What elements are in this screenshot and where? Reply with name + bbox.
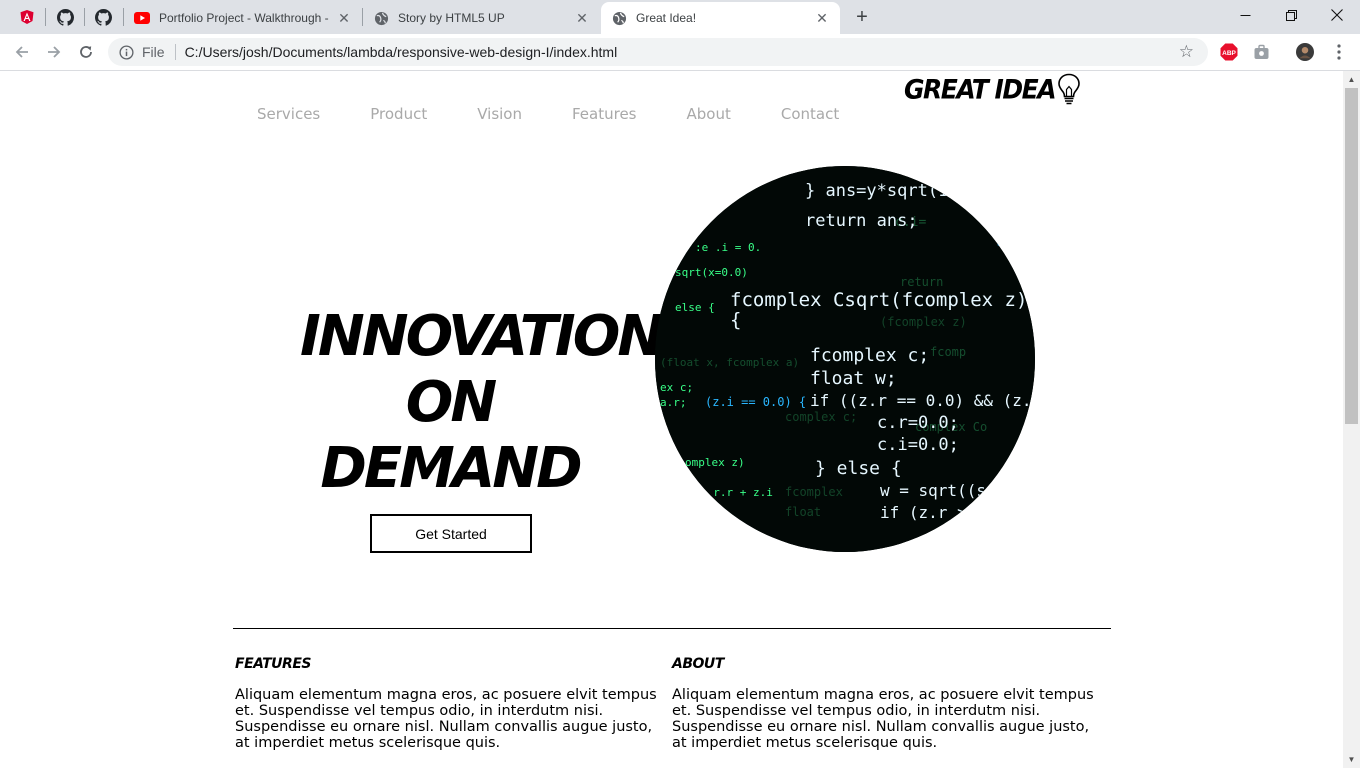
minimize-button[interactable] (1222, 0, 1268, 30)
nav-link-about[interactable]: About (686, 105, 730, 123)
bookmark-star-icon[interactable]: ☆ (1179, 43, 1194, 61)
site-nav: Services Product Vision Features About C… (257, 105, 889, 123)
svg-text:a.r;: a.r; (660, 396, 687, 409)
svg-text:float: float (785, 505, 821, 519)
code-line: c.i=0.0; (877, 435, 959, 455)
code-line: w = sqrt((sqrt(z.r (880, 481, 1035, 500)
restore-button[interactable] (1268, 0, 1314, 30)
hero-line: INNOVATION (300, 303, 664, 369)
about-section: ABOUT Aliquam elementum magna eros, ac p… (672, 656, 1102, 751)
svg-text::e .i = 0.: :e .i = 0. (695, 241, 761, 254)
nav-link-vision[interactable]: Vision (477, 105, 522, 123)
tab-title: Portfolio Project - Walkthrough - (159, 11, 329, 25)
nav-link-product[interactable]: Product (370, 105, 427, 123)
globe-icon (611, 10, 627, 26)
svg-text:omplex z): omplex z) (685, 456, 745, 469)
svg-text:(float x, fcomplex a): (float x, fcomplex a) (660, 356, 799, 369)
section-body: Aliquam elementum magna eros, ac posuere… (672, 687, 1094, 751)
svg-text:(z.i == 0.0) {: (z.i == 0.0) { (705, 395, 806, 409)
close-icon[interactable]: ✕ (336, 10, 352, 26)
section-body: Aliquam elementum magna eros, ac posuere… (235, 687, 657, 751)
site-logo[interactable]: GREAT IDEA (904, 71, 1082, 107)
close-window-button[interactable] (1314, 0, 1360, 30)
close-icon[interactable]: ✕ (574, 10, 590, 26)
svg-text:fcomplex: fcomplex (785, 485, 843, 499)
reload-button[interactable] (72, 38, 100, 66)
scroll-up-arrow-icon[interactable]: ▲ (1343, 71, 1360, 88)
section-divider (233, 628, 1111, 629)
pinned-tab-github-1[interactable] (46, 2, 84, 32)
svg-text:complex c;: complex c; (785, 410, 857, 424)
lightbulb-icon (1058, 73, 1080, 105)
svg-text:else {: else { (675, 301, 715, 314)
code-line: return ans; (805, 211, 918, 231)
code-line: c.r=0.0; (877, 413, 959, 433)
tab-story-html5up[interactable]: Story by HTML5 UP ✕ (363, 2, 600, 34)
profile-avatar[interactable] (1296, 43, 1314, 61)
nav-link-contact[interactable]: Contact (781, 105, 839, 123)
code-line: { (730, 309, 741, 331)
tab-strip: Portfolio Project - Walkthrough - ✕ Stor… (0, 0, 1360, 34)
youtube-icon (134, 10, 150, 26)
features-section: FEATURES Aliquam elementum magna eros, a… (235, 656, 665, 751)
svg-text:fcomp: fcomp (930, 345, 966, 359)
back-button[interactable] (8, 38, 36, 66)
hero-code-image: c.i= return (fcomplex z) fcomp (float x,… (655, 166, 1035, 552)
extension-label: ABP (1222, 50, 1236, 57)
arrow-right-icon (48, 46, 61, 58)
tab-great-idea[interactable]: Great Idea! ✕ (601, 2, 840, 34)
svg-text:ex c;: ex c; (660, 381, 693, 394)
browser-toolbar: File C:/Users/josh/Documents/lambda/resp… (0, 34, 1360, 71)
nav-link-services[interactable]: Services (257, 105, 320, 123)
extension-puzzle-icon[interactable] (1252, 43, 1270, 61)
code-line: } else { (815, 458, 902, 479)
code-line: } ans=y*sqrt(1.0+temp*temp); (805, 181, 1035, 201)
svg-text:(fcomplex z): (fcomplex z) (880, 315, 967, 329)
adblock-plus-icon[interactable]: ABP (1220, 43, 1238, 61)
code-line: float w; (810, 368, 897, 389)
code-line: fcomplex c; (810, 345, 929, 366)
scroll-down-arrow-icon[interactable]: ▼ (1343, 751, 1360, 768)
tab-title: Story by HTML5 UP (398, 11, 505, 25)
info-icon[interactable] (118, 44, 134, 60)
new-tab-button[interactable]: + (850, 5, 874, 29)
hero-line: ON (405, 369, 497, 435)
url-text[interactable]: C:/Users/josh/Documents/lambda/responsiv… (185, 44, 618, 60)
menu-kebab-icon[interactable] (1330, 43, 1348, 61)
address-bar[interactable]: File C:/Users/josh/Documents/lambda/resp… (108, 38, 1208, 66)
nav-link-features[interactable]: Features (572, 105, 637, 123)
code-line: if (z.r >= 0.0) (880, 503, 1025, 522)
code-line: fcomplex Csqrt(fcomplex z) (730, 289, 1027, 311)
page-scrollbar[interactable]: ▲ ▼ (1343, 71, 1360, 768)
scrollbar-thumb[interactable] (1345, 88, 1358, 424)
code-line: if ((z.r == 0.0) && (z.i == 0.0) { (810, 391, 1035, 410)
svg-text:temp: temp (995, 235, 1024, 249)
forward-button[interactable] (40, 38, 68, 66)
close-icon[interactable]: ✕ (814, 10, 830, 26)
section-heading: ABOUT (672, 656, 724, 672)
github-icon (56, 8, 74, 26)
pinned-tab-angular[interactable] (8, 2, 46, 32)
hero-title: INNOVATION ON DEMAND (300, 303, 664, 502)
svg-text:return: return (900, 275, 943, 289)
section-heading: FEATURES (235, 656, 311, 672)
tab-portfolio-walkthrough[interactable]: Portfolio Project - Walkthrough - ✕ (124, 2, 362, 34)
hero-line: DEMAND (320, 435, 582, 501)
tab-title: Great Idea! (636, 11, 697, 25)
logo-text: GREAT IDEA (904, 73, 1057, 105)
arrow-left-icon (15, 46, 28, 58)
svg-text:= r.r + z.i: = r.r + z.i (700, 486, 773, 499)
reload-icon (80, 46, 92, 58)
pinned-tab-github-2[interactable] (84, 2, 122, 32)
svg-text:sqrt(x=0.0): sqrt(x=0.0) (675, 266, 748, 279)
github-icon (94, 8, 112, 26)
get-started-button[interactable]: Get Started (370, 514, 532, 553)
scheme-label: File (142, 44, 165, 60)
angular-icon (20, 10, 34, 24)
globe-icon (373, 10, 389, 26)
page-viewport: Services Product Vision Features About C… (0, 71, 1343, 768)
